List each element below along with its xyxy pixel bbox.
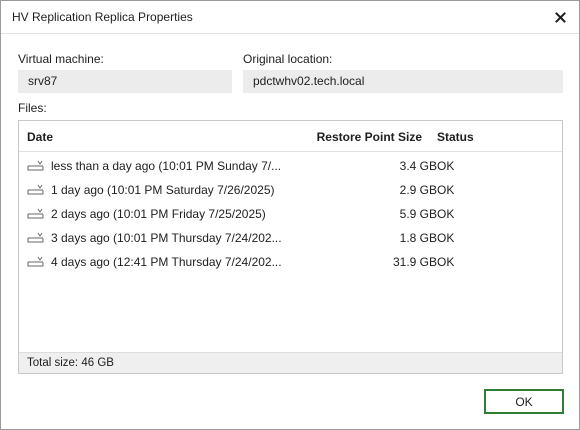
row-date: 3 days ago (10:01 PM Thursday 7/24/202..… bbox=[51, 231, 282, 245]
table-row[interactable]: 3 days ago (10:01 PM Thursday 7/24/202..… bbox=[19, 226, 562, 250]
column-header-status[interactable]: Status bbox=[437, 130, 474, 144]
row-size: 2.9 GB bbox=[399, 183, 437, 197]
location-value: pdctwhv02.tech.local bbox=[243, 70, 563, 93]
row-size: 31.9 GB bbox=[392, 255, 437, 269]
title-bar: HV Replication Replica Properties bbox=[1, 1, 579, 33]
restore-point-icon bbox=[27, 184, 44, 195]
restore-point-icon bbox=[27, 208, 44, 219]
vm-label: Virtual machine: bbox=[18, 52, 104, 66]
table-footer: Total size: 46 GB bbox=[19, 352, 562, 373]
row-size: 3.4 GB bbox=[399, 159, 437, 173]
vm-value: srv87 bbox=[18, 70, 232, 93]
restore-point-icon bbox=[27, 160, 44, 171]
files-label: Files: bbox=[18, 101, 47, 115]
table-header: Date Restore Point Size Status bbox=[19, 121, 562, 152]
restore-point-icon bbox=[27, 256, 44, 267]
table-row[interactable]: 4 days ago (12:41 PM Thursday 7/24/202..… bbox=[19, 250, 562, 274]
column-header-date[interactable]: Date bbox=[27, 130, 53, 144]
row-date: 1 day ago (10:01 PM Saturday 7/26/2025) bbox=[51, 183, 275, 197]
properties-dialog: HV Replication Replica Properties Virtua… bbox=[0, 0, 580, 430]
table-row[interactable]: 2 days ago (10:01 PM Friday 7/25/2025) 5… bbox=[19, 202, 562, 226]
total-size: Total size: 46 GB bbox=[27, 357, 114, 369]
row-size: 5.9 GB bbox=[399, 207, 437, 221]
row-status: OK bbox=[437, 231, 455, 245]
table-row[interactable]: 1 day ago (10:01 PM Saturday 7/26/2025) … bbox=[19, 178, 562, 202]
row-status: OK bbox=[437, 183, 455, 197]
restore-point-icon bbox=[27, 232, 44, 243]
row-status: OK bbox=[437, 255, 455, 269]
title-separator bbox=[1, 33, 579, 34]
row-date: 4 days ago (12:41 PM Thursday 7/24/202..… bbox=[51, 255, 282, 269]
table-row[interactable]: less than a day ago (10:01 PM Sunday 7/.… bbox=[19, 154, 562, 178]
row-status: OK bbox=[437, 159, 455, 173]
column-header-size[interactable]: Restore Point Size bbox=[317, 130, 422, 144]
close-icon bbox=[554, 11, 566, 23]
files-table[interactable]: Date Restore Point Size Status less than… bbox=[18, 120, 563, 374]
row-date: 2 days ago (10:01 PM Friday 7/25/2025) bbox=[51, 207, 266, 221]
row-status: OK bbox=[437, 207, 455, 221]
dialog-title: HV Replication Replica Properties bbox=[12, 10, 193, 24]
ok-button[interactable]: OK bbox=[484, 389, 564, 414]
close-button[interactable] bbox=[549, 6, 571, 28]
row-size: 1.8 GB bbox=[399, 231, 437, 245]
row-date: less than a day ago (10:01 PM Sunday 7/.… bbox=[51, 159, 282, 173]
location-label: Original location: bbox=[243, 52, 333, 66]
